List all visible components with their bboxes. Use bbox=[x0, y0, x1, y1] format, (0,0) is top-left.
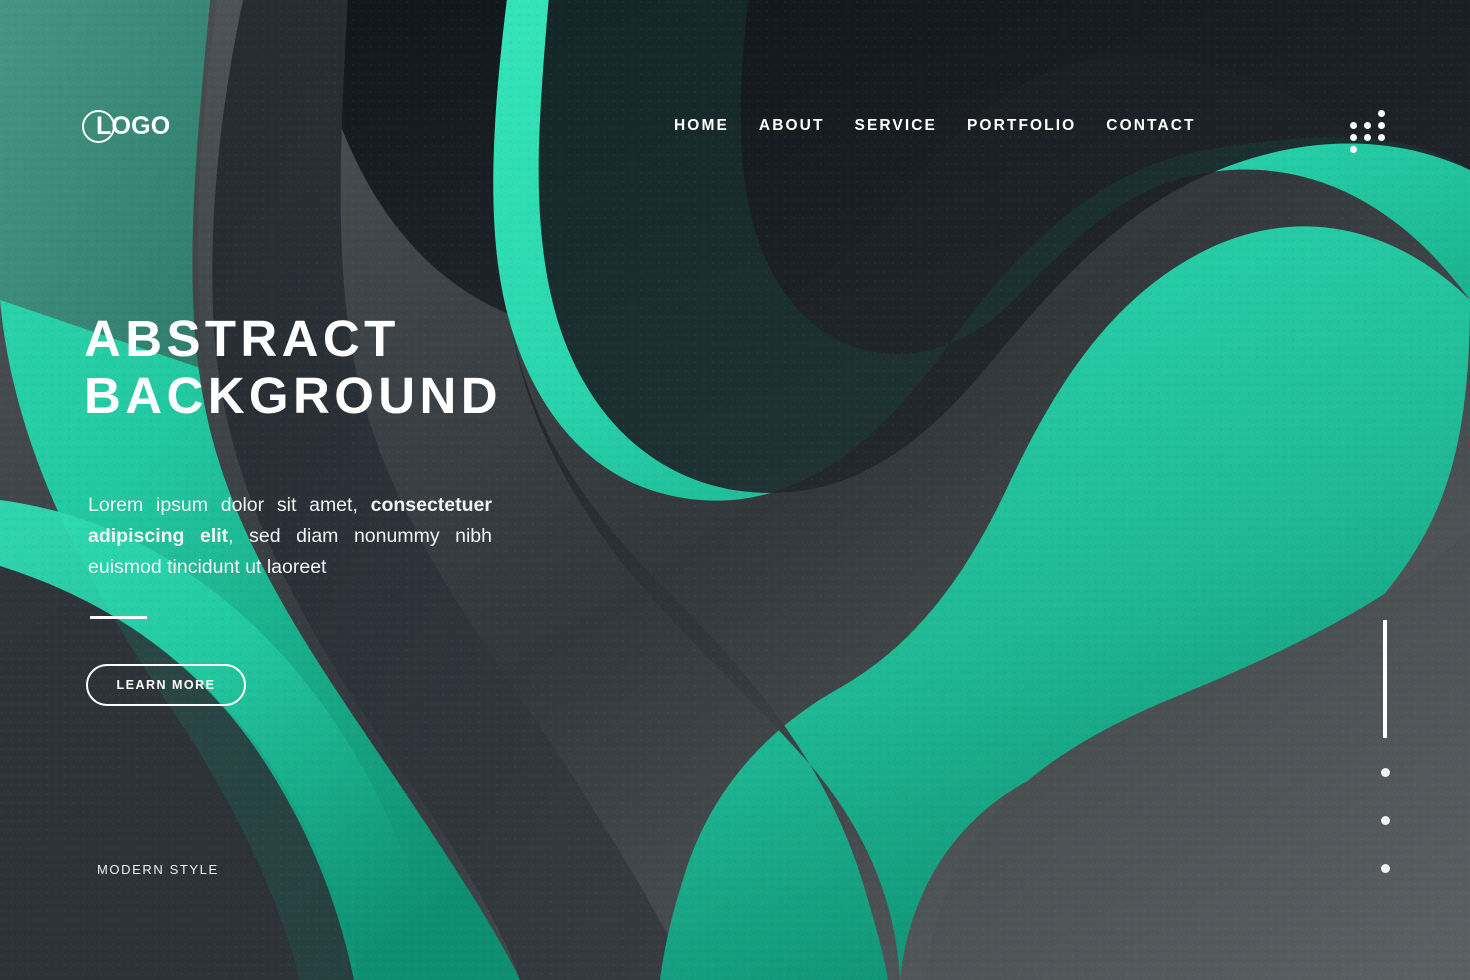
logo[interactable]: LOGO bbox=[82, 95, 170, 157]
slide-indicator-dot-2[interactable] bbox=[1381, 816, 1390, 825]
slide-indicator-dot-3[interactable] bbox=[1381, 864, 1390, 873]
page-title: ABSTRACT BACKGROUND bbox=[84, 310, 644, 424]
hero-section: ABSTRACT BACKGROUND Lorem ipsum dolor sit… bbox=[84, 310, 644, 578]
tagline: MODERN STYLE bbox=[97, 862, 219, 877]
hero-paragraph-part1: Lorem ipsum dolor sit amet, bbox=[88, 494, 371, 516]
slide-indicator-dot-1[interactable] bbox=[1381, 768, 1390, 777]
dot-grid-icon[interactable] bbox=[1350, 109, 1392, 153]
logo-text: LOGO bbox=[96, 112, 171, 140]
slide-indicator-active-bar[interactable] bbox=[1383, 620, 1387, 738]
main-navigation: HOME ABOUT SERVICE PORTFOLIO CONTACT bbox=[674, 95, 1196, 157]
nav-item-portfolio[interactable]: PORTFOLIO bbox=[967, 117, 1076, 135]
nav-item-about[interactable]: ABOUT bbox=[759, 117, 825, 135]
learn-more-button[interactable]: LEARN MORE bbox=[86, 664, 246, 706]
hero-paragraph: Lorem ipsum dolor sit amet, consectetuer… bbox=[88, 490, 492, 583]
nav-item-contact[interactable]: CONTACT bbox=[1106, 117, 1195, 135]
divider-rule bbox=[90, 616, 147, 619]
slide-indicator bbox=[1380, 620, 1392, 880]
nav-item-service[interactable]: SERVICE bbox=[855, 117, 937, 135]
page-title-line-1: ABSTRACT bbox=[84, 310, 400, 367]
page-title-line-2: BACKGROUND bbox=[84, 367, 502, 424]
landing-page: LOGO HOME ABOUT SERVICE PORTFOLIO CONTAC… bbox=[0, 0, 1470, 980]
site-header: LOGO HOME ABOUT SERVICE PORTFOLIO CONTAC… bbox=[0, 95, 1470, 157]
nav-item-home[interactable]: HOME bbox=[674, 117, 729, 135]
